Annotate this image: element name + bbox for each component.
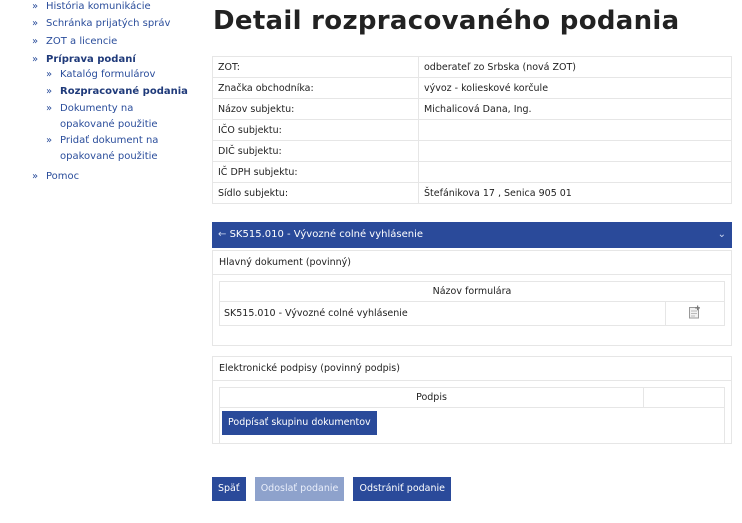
edit-cell	[665, 301, 725, 326]
sidebar-item-label[interactable]: Rozpracované podania	[30, 84, 200, 100]
section-header-label: SK515.010 - Vývozné colné vyhlásenie	[229, 229, 424, 240]
table-row: ZOT: odberateľ zo Srbska (nová ZOT)	[212, 56, 732, 78]
sidebar-item-rozpracovane[interactable]: » Rozpracované podania	[30, 84, 200, 100]
info-key: IČ DPH subjektu:	[212, 161, 419, 183]
sidebar-item-label[interactable]: Pomoc	[30, 169, 200, 185]
form-name-cell: SK515.010 - Vývozné colné vyhlásenie	[219, 301, 666, 326]
info-value	[418, 140, 732, 162]
info-key: Značka obchodníka:	[212, 77, 419, 99]
table-header-row: Podpis	[219, 387, 725, 408]
info-value	[418, 161, 732, 183]
info-key: IČO subjektu:	[212, 119, 419, 141]
table-row: IČ DPH subjektu:	[212, 161, 732, 183]
table-row: SK515.010 - Vývozné colné vyhlásenie	[219, 301, 725, 326]
back-button[interactable]: Späť	[212, 477, 246, 501]
sidebar-item-label[interactable]: Pridať dokument na opakované použitie	[30, 133, 185, 165]
info-value: Michalicová Dana, Ing.	[418, 98, 732, 120]
arrow-left-icon: ←	[218, 229, 227, 240]
document-section-header[interactable]: ← SK515.010 - Vývozné colné vyhlásenie ⌄	[212, 222, 732, 248]
chevron-down-icon[interactable]: ⌄	[718, 222, 726, 248]
info-value: Štefánikova 17 , Senica 905 01	[418, 182, 732, 204]
send-button[interactable]: Odoslať podanie	[254, 477, 345, 501]
footer-actions: Späť Odoslať podanie Odstrániť podanie	[212, 476, 455, 501]
page-title: Detail rozpracovaného podania	[213, 6, 680, 36]
sidebar-item-pridat[interactable]: » Pridať dokument na opakované použitie	[30, 133, 200, 165]
chevron-right-icon: »	[32, 1, 39, 12]
column-header: Podpis	[219, 387, 644, 408]
sidebar-item-zot[interactable]: » ZOT a licencie	[30, 34, 200, 50]
table-row: DIČ subjektu:	[212, 140, 732, 162]
chevron-right-icon: »	[46, 103, 53, 114]
remove-button[interactable]: Odstrániť podanie	[353, 477, 451, 501]
table-row: Sídlo subjektu: Štefánikova 17 , Senica …	[212, 182, 732, 204]
edit-document-icon[interactable]	[688, 305, 702, 322]
sidebar-item-label[interactable]: Katalóg formulárov	[30, 67, 200, 83]
chevron-down-icon: »	[46, 86, 53, 97]
info-value: vývoz - kolieskové korčule	[418, 77, 732, 99]
panel-title: Elektronické podpisy (povinný podpis)	[213, 357, 731, 381]
info-value	[418, 119, 732, 141]
sidebar-item-label[interactable]: História komunikácie	[30, 0, 200, 15]
info-key: DIČ subjektu:	[212, 140, 419, 162]
sidebar-item-label[interactable]: ZOT a licencie	[30, 34, 200, 50]
signatures-table: Podpis Podpísať skupinu dokumentov	[219, 387, 725, 444]
info-key: Sídlo subjektu:	[212, 182, 419, 204]
chevron-right-icon: »	[32, 36, 39, 47]
table-row: Podpísať skupinu dokumentov	[219, 407, 725, 444]
sidebar-item-katalog[interactable]: » Katalóg formulárov	[30, 67, 200, 83]
table-header-row: Názov formulára	[219, 281, 725, 302]
main-document-panel: Hlavný dokument (povinný) Názov formulár…	[212, 250, 732, 346]
table-row: Značka obchodníka: vývoz - kolieskové ko…	[212, 77, 732, 99]
chevron-down-icon: »	[32, 54, 39, 65]
table-row: IČO subjektu:	[212, 119, 732, 141]
sidebar-item-historia[interactable]: » História komunikácie	[30, 0, 200, 15]
subject-info-table: ZOT: odberateľ zo Srbska (nová ZOT) Znač…	[212, 56, 732, 204]
panel-title: Hlavný dokument (povinný)	[213, 251, 731, 275]
sidebar-item-label[interactable]: Schránka prijatých správ	[30, 16, 200, 32]
info-key: ZOT:	[212, 56, 419, 78]
chevron-right-icon: »	[46, 135, 53, 146]
sign-documents-button[interactable]: Podpísať skupinu dokumentov	[222, 411, 377, 435]
column-header-empty	[643, 387, 725, 408]
chevron-right-icon: »	[32, 18, 39, 29]
sidebar-item-schranka[interactable]: » Schránka prijatých správ	[30, 16, 200, 32]
sidebar-item-priprava[interactable]: » Príprava podaní	[30, 52, 200, 68]
chevron-right-icon: »	[32, 171, 39, 182]
signature-action-cell: Podpísať skupinu dokumentov	[219, 407, 725, 444]
chevron-right-icon: »	[46, 69, 53, 80]
column-header: Názov formulára	[219, 281, 725, 302]
sidebar-item-dokumenty[interactable]: » Dokumenty na opakované použitie	[30, 101, 200, 133]
sidebar-item-label[interactable]: Príprava podaní	[30, 52, 200, 68]
table-row: Názov subjektu: Michalicová Dana, Ing.	[212, 98, 732, 120]
signatures-panel: Elektronické podpisy (povinný podpis) Po…	[212, 356, 732, 444]
info-key: Názov subjektu:	[212, 98, 419, 120]
info-value: odberateľ zo Srbska (nová ZOT)	[418, 56, 732, 78]
sidebar-item-pomoc[interactable]: » Pomoc	[30, 169, 200, 185]
sidebar-item-label[interactable]: Dokumenty na opakované použitie	[30, 101, 185, 133]
main-document-table: Názov formulára SK515.010 - Vývozné coln…	[219, 281, 725, 326]
